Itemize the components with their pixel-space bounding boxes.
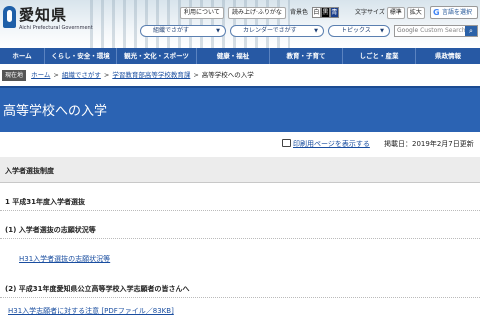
search-icon[interactable]: ⌕ [465, 26, 477, 36]
prefecture-emblem-icon [3, 6, 16, 28]
breadcrumb-home[interactable]: ホーム [31, 71, 50, 79]
calendar-search-pill[interactable]: カレンダーでさがす [230, 25, 324, 37]
section-heading-s1-1: (1) 入学者選抜の志願状況等 [0, 221, 480, 239]
topics-pill[interactable]: トピックス [328, 25, 390, 37]
nav-living[interactable]: くらし・安全・環境 [45, 48, 117, 64]
site-search-input[interactable]: Google Custom Search ⌕ [394, 25, 478, 37]
breadcrumb-org[interactable]: 組織でさがす [62, 71, 101, 79]
nav-tourism[interactable]: 観光・文化・スポーツ [117, 48, 197, 64]
bg-color-switcher: 背景色 白黒青 [290, 7, 339, 19]
reading-furigana-button[interactable]: 読み上げ·ふりがな [228, 7, 286, 19]
logo-name: 愛知県 [19, 6, 68, 24]
org-search-pill[interactable]: 組織でさがす [140, 25, 226, 37]
breadcrumb: 現在地 ホーム > 組織でさがす > 学習教育部高等学校教育課 > 高等学校への入学 [0, 67, 480, 83]
site-logo[interactable]: 愛知県 Aichi Prefectural Government [3, 4, 123, 40]
nav-education[interactable]: 教育・子育て [270, 48, 343, 64]
nav-government[interactable]: 県政情報 [416, 48, 480, 64]
bg-white-button[interactable]: 白 [311, 7, 321, 18]
page-title-bar: 高等学校への入学 [0, 86, 480, 132]
font-large-button[interactable]: 拡大 [406, 7, 425, 19]
search-placeholder: Custom Search [420, 27, 466, 34]
print-page-label[interactable]: 印刷用ページを表示する [293, 140, 370, 148]
published-date: 掲載日：2019年2月7日更新 [384, 140, 474, 148]
section-heading-s1: 1 平成31年度入学者選抜 [0, 193, 480, 211]
breadcrumb-current: 高等学校への入学 [201, 71, 254, 79]
page-title: 高等学校への入学 [3, 104, 108, 119]
global-nav: ホーム くらし・安全・環境 観光・文化・スポーツ 健康・福祉 教育・子育て しご… [0, 48, 480, 64]
section-title-main: 入学者選抜制度 [5, 167, 54, 175]
printer-icon [282, 139, 291, 147]
nav-work[interactable]: しごと・産業 [343, 48, 416, 64]
font-normal-button[interactable]: 標準 [386, 7, 405, 19]
current-location-label: 現在地 [2, 69, 27, 81]
reading-link-wrap: 読み上げ·ふりがな [228, 7, 286, 19]
bg-black-button[interactable]: 黒 [320, 7, 330, 18]
breadcrumb-department[interactable]: 学習教育部高等学校教育課 [112, 71, 190, 79]
font-size-label: 文字サイズ [355, 9, 385, 16]
application-status-link[interactable]: H31入学者選抜の志願状況等 [19, 254, 110, 264]
nav-health[interactable]: 健康・福祉 [197, 48, 270, 64]
font-size-switcher: 文字サイズ 標準 拡大 [355, 7, 425, 19]
site-header: 愛知県 Aichi Prefectural Government 利用について … [0, 0, 480, 48]
section-heading-s1-2: (2) 平成31年度愛知県公立高等学校入学志願者の皆さんへ [0, 280, 480, 298]
language-select-button[interactable]: 言語を選択 [430, 6, 478, 19]
print-page-link[interactable]: 印刷用ページを表示する [282, 139, 370, 149]
search-provider-label: Google [397, 27, 419, 34]
section-heading-main: 入学者選抜制度 [0, 157, 480, 183]
nav-home[interactable]: ホーム [0, 48, 45, 64]
usage-button[interactable]: 利用について [180, 7, 224, 19]
usage-link-wrap: 利用について [180, 7, 224, 19]
logo-subtitle: Aichi Prefectural Government [19, 25, 93, 31]
applicant-notice-pdf-link[interactable]: H31入学志願者に対する注意 [PDFファイル／83KB] [8, 306, 174, 316]
bg-blue-button[interactable]: 青 [329, 7, 339, 18]
bg-color-label: 背景色 [290, 9, 309, 16]
